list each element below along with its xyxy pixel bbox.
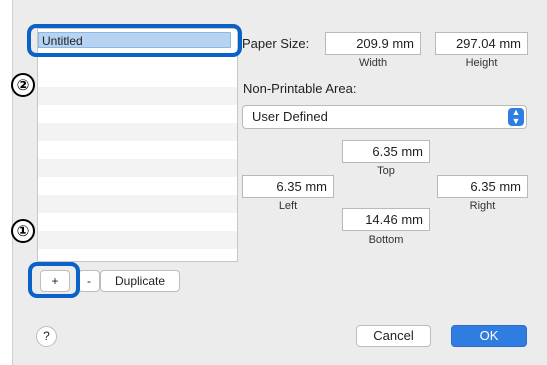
margin-left-caption: Left xyxy=(278,200,298,212)
paper-size-list[interactable] xyxy=(37,28,238,262)
chevron-up-down-icon: ▲ ▼ xyxy=(508,108,524,126)
margin-bottom-caption: Bottom xyxy=(368,234,404,246)
non-printable-area-label: Non-Printable Area: xyxy=(243,81,357,96)
margin-top-caption: Top xyxy=(377,165,395,177)
margin-right-caption: Right xyxy=(469,200,496,212)
ok-button[interactable]: OK xyxy=(451,325,527,347)
margin-left-field[interactable]: 6.35 mm xyxy=(242,175,334,198)
margin-top-field[interactable]: 6.35 mm xyxy=(342,140,430,163)
non-printable-area-selected: User Defined xyxy=(252,109,328,124)
width-caption: Width xyxy=(358,57,388,69)
margin-right-field[interactable]: 6.35 mm xyxy=(437,175,528,198)
duplicate-button[interactable]: Duplicate xyxy=(100,270,180,292)
callout-two: ② xyxy=(11,73,35,97)
margin-bottom-field[interactable]: 14.46 mm xyxy=(342,208,430,231)
callout-one: ① xyxy=(11,219,35,243)
paper-width-field[interactable]: 209.9 mm xyxy=(325,32,421,55)
cancel-button[interactable]: Cancel xyxy=(356,325,431,347)
list-row xyxy=(38,231,237,249)
remove-button[interactable]: - xyxy=(78,270,100,292)
list-row xyxy=(38,87,237,105)
height-caption: Height xyxy=(465,57,498,69)
list-row xyxy=(38,195,237,213)
highlight-name-field xyxy=(27,24,242,57)
non-printable-area-select[interactable]: User Defined ▲ ▼ xyxy=(242,105,527,129)
list-row xyxy=(38,159,237,177)
help-button[interactable]: ? xyxy=(36,326,57,347)
paper-size-label: Paper Size: xyxy=(242,36,310,51)
list-row xyxy=(38,123,237,141)
paper-height-field[interactable]: 297.04 mm xyxy=(435,32,528,55)
highlight-add-button xyxy=(28,262,80,298)
